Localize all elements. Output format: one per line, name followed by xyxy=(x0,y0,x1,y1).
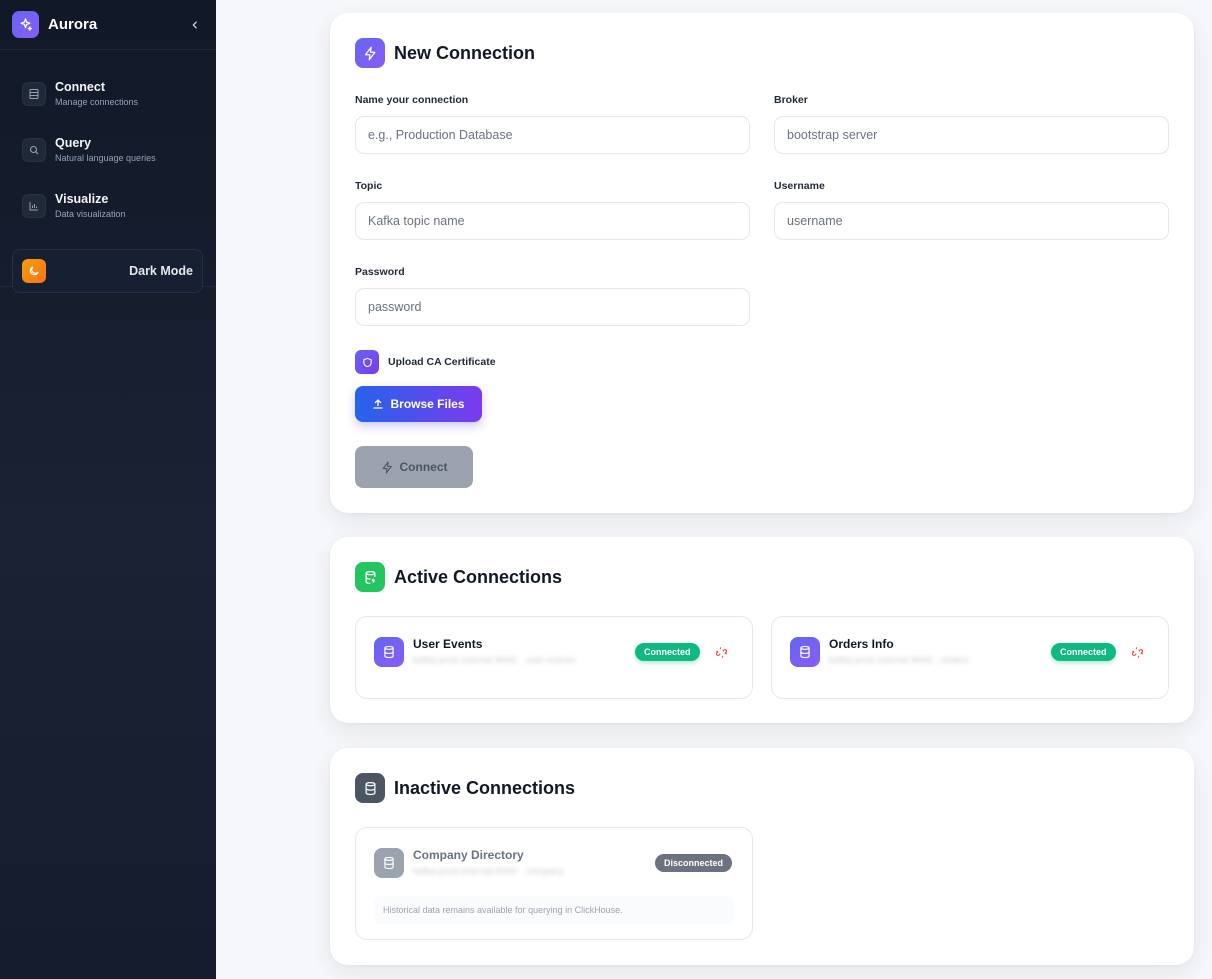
sidebar-item-sub: Data visualization xyxy=(55,209,126,219)
connection-card[interactable]: User Events kafka.prod.internal:9092 · u… xyxy=(355,616,753,699)
dark-mode-toggle[interactable]: Dark Mode xyxy=(12,249,203,293)
sidebar-item-label: Visualize xyxy=(55,192,109,206)
database-icon xyxy=(22,82,46,106)
name-label: Name your connection xyxy=(355,94,469,106)
moon-icon xyxy=(22,259,46,283)
database-icon xyxy=(374,637,404,667)
database-stack-icon xyxy=(355,562,385,592)
broker-input[interactable] xyxy=(774,116,1169,154)
sidebar-item-label: Connect xyxy=(55,80,105,94)
app-name: Aurora xyxy=(48,16,98,33)
disconnect-link-icon[interactable] xyxy=(1129,644,1145,660)
connection-meta: kafka.prod.internal:9092 · company xyxy=(413,866,565,876)
topic-label: Topic xyxy=(355,180,383,192)
dark-mode-label: Dark Mode xyxy=(129,264,193,278)
username-label: Username xyxy=(774,180,825,192)
sidebar-item-label: Query xyxy=(55,136,92,150)
sidebar-header: Aurora xyxy=(0,0,216,50)
upload-icon xyxy=(373,399,384,409)
connection-meta: kafka.prod.internal:9092 · orders xyxy=(829,655,969,665)
database-icon xyxy=(355,773,385,803)
collapse-sidebar-icon[interactable] xyxy=(186,16,204,34)
status-badge: Connected xyxy=(635,643,700,661)
sidebar-item-connect[interactable]: Connect Manage connections xyxy=(12,66,204,122)
active-connections-card: Active Connections User Events kafka.pro… xyxy=(330,537,1194,723)
card-header: Active Connections xyxy=(355,562,562,592)
bar-chart-icon xyxy=(22,194,46,218)
password-label: Password xyxy=(355,266,405,278)
sidebar-item-visualize[interactable]: Visualize Data visualization xyxy=(12,178,204,234)
broker-label: Broker xyxy=(774,94,808,106)
sidebar: Aurora Connect Manage connections Query … xyxy=(0,0,216,979)
connect-button[interactable]: Connect xyxy=(355,446,473,488)
card-title: Active Connections xyxy=(394,566,563,587)
lightning-icon xyxy=(355,38,385,68)
new-connection-card: New Connection Name your connection Brok… xyxy=(330,13,1194,513)
connection-name: Orders Info xyxy=(829,637,894,651)
connection-card[interactable]: Orders Info kafka.prod.internal:9092 · o… xyxy=(771,616,1169,699)
status-badge: Connected xyxy=(1051,643,1116,661)
browse-files-button[interactable]: Browse Files xyxy=(355,386,482,422)
disconnect-link-icon[interactable] xyxy=(713,644,729,660)
connection-card[interactable]: Company Directory kafka.prod.internal:90… xyxy=(355,827,753,940)
topic-input[interactable] xyxy=(355,202,750,240)
card-header: Inactive Connections xyxy=(355,773,575,803)
sidebar-item-sub: Natural language queries xyxy=(55,153,156,163)
status-badge: Disconnected xyxy=(655,854,733,872)
sparkles-logo-icon xyxy=(12,11,39,38)
username-input[interactable] xyxy=(774,202,1169,240)
sidebar-item-sub: Manage connections xyxy=(55,97,139,107)
upload-ca-label: Upload CA Certificate xyxy=(388,356,496,368)
connection-meta: kafka.prod.internal:9092 · user-events xyxy=(413,655,576,665)
connect-label: Connect xyxy=(399,460,448,474)
connection-name: Company Directory xyxy=(413,848,524,862)
connection-name: User Events xyxy=(413,637,483,651)
database-icon xyxy=(790,637,820,667)
inactive-connections-card: Inactive Connections Company Directory k… xyxy=(330,748,1194,965)
card-title: Inactive Connections xyxy=(394,777,576,798)
card-header: New Connection xyxy=(355,38,535,68)
sidebar-item-query[interactable]: Query Natural language queries xyxy=(12,122,204,178)
connection-name-input[interactable] xyxy=(355,116,750,154)
password-input[interactable] xyxy=(355,288,750,326)
database-icon xyxy=(374,848,404,878)
upload-ca-row: Upload CA Certificate xyxy=(355,350,496,374)
lightning-icon xyxy=(382,461,392,473)
card-title: New Connection xyxy=(394,42,536,63)
browse-files-label: Browse Files xyxy=(390,397,465,411)
historical-data-note: Historical data remains available for qu… xyxy=(374,896,734,924)
search-icon xyxy=(22,138,46,162)
shield-icon xyxy=(355,350,379,374)
